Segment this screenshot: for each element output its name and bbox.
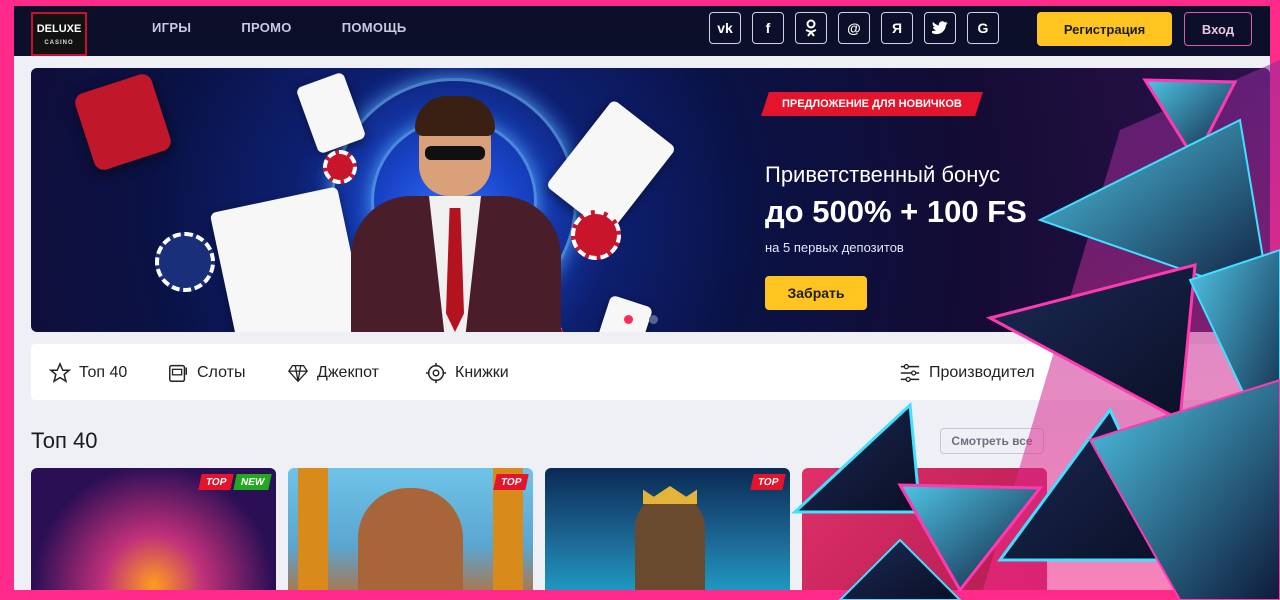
google-icon[interactable]: G (967, 12, 999, 44)
zeus-face (358, 488, 463, 590)
category-slots[interactable]: Слоты (167, 362, 245, 384)
nav-help[interactable]: ПОМОЩЬ (342, 20, 407, 35)
see-all-button[interactable]: Смотреть все (940, 428, 1044, 454)
bonus-title: Приветственный бонус (765, 162, 1001, 187)
casino-chip-blue (155, 232, 215, 292)
game-tile[interactable]: TOP NEW (31, 468, 276, 590)
book-icon (425, 362, 447, 384)
top-badge: TOP (197, 474, 234, 490)
odnoklassniki-icon[interactable] (795, 12, 827, 44)
king-figure (635, 493, 705, 590)
bonus-subtitle: на 5 первых депозитов (765, 240, 904, 255)
playing-card-small (592, 294, 654, 332)
diamond-icon (288, 365, 308, 383)
category-label: Книжки (455, 364, 509, 381)
section-title: Топ 40 (31, 428, 98, 453)
filter-icon (900, 363, 920, 383)
main-nav: ИГРЫ ПРОМО ПОМОЩЬ (152, 20, 407, 35)
category-label: Топ 40 (79, 364, 128, 381)
category-jackpot[interactable]: Джекпот (287, 362, 379, 384)
logo-text: DELUXE (36, 23, 82, 35)
sunglasses (425, 146, 485, 160)
casino-logo[interactable]: DELUXE CASINO (31, 12, 87, 56)
facebook-icon[interactable]: f (752, 12, 784, 44)
game-tile[interactable] (802, 468, 1047, 590)
bonus-amount: до 500% + 100 FS (765, 194, 1027, 229)
mail-at-icon[interactable]: @ (838, 12, 870, 44)
category-providers[interactable]: Производител (899, 362, 1035, 384)
slider-dot-active[interactable] (624, 315, 633, 324)
casino-chip (323, 150, 357, 184)
nav-promo[interactable]: ПРОМО (241, 20, 291, 35)
category-bar: Топ 40 Слоты Джекпот Книжки Производител (31, 344, 1270, 400)
promo-banner[interactable]: ПРЕДЛОЖЕНИЕ ДЛЯ НОВИЧКОВ Приветственный … (31, 68, 1270, 332)
newbie-offer-tag: ПРЕДЛОЖЕНИЕ ДЛЯ НОВИЧКОВ (761, 92, 983, 116)
category-label: Слоты (197, 364, 246, 381)
casino-chip (571, 210, 621, 260)
star-icon (49, 362, 71, 383)
category-label: Производител (929, 364, 1035, 381)
login-button[interactable]: Вход (1184, 12, 1252, 46)
top-header: DELUXE CASINO ИГРЫ ПРОМО ПОМОЩЬ vk f @ Я… (14, 6, 1270, 56)
game-tile[interactable]: TOP (288, 468, 533, 590)
claim-bonus-button[interactable]: Забрать (765, 276, 867, 310)
category-label: Джекпот (317, 364, 379, 381)
dice-image (72, 71, 174, 173)
game-tile[interactable]: TOP (545, 468, 790, 590)
slot-machine-icon (169, 364, 187, 382)
top-badge: TOP (749, 474, 786, 490)
newbie-offer-label: ПРЕДЛОЖЕНИЕ ДЛЯ НОВИЧКОВ (782, 98, 962, 110)
crown-icon (643, 486, 697, 504)
slider-dots (624, 315, 658, 324)
page-frame: DELUXE CASINO ИГРЫ ПРОМО ПОМОЩЬ vk f @ Я… (14, 6, 1270, 590)
logo-subtext: CASINO (44, 40, 74, 46)
yandex-icon[interactable]: Я (881, 12, 913, 44)
golden-column (298, 468, 328, 590)
slider-dot[interactable] (649, 315, 658, 324)
twitter-icon[interactable] (924, 12, 956, 44)
vk-icon[interactable]: vk (709, 12, 741, 44)
top-badge: TOP (492, 474, 529, 490)
category-top40[interactable]: Топ 40 (49, 362, 127, 384)
social-login-bar: vk f @ Я G (709, 12, 999, 44)
category-books[interactable]: Книжки (425, 362, 509, 384)
nav-games[interactable]: ИГРЫ (152, 20, 191, 35)
register-button[interactable]: Регистрация (1037, 12, 1172, 46)
new-badge: NEW (232, 474, 272, 490)
